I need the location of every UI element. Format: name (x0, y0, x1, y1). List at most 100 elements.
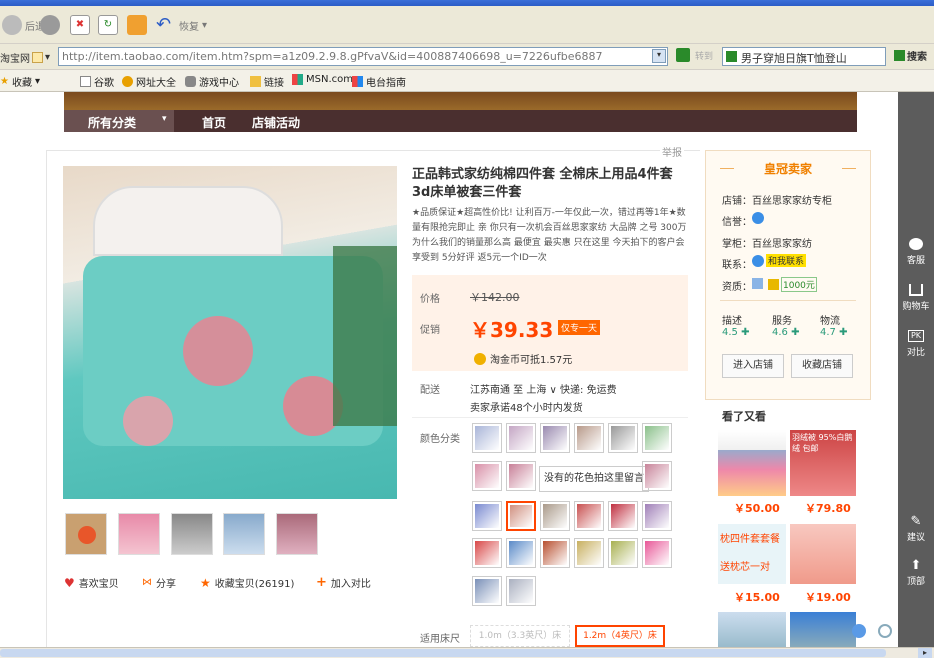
swatch-image (577, 426, 601, 450)
recommend-item-6-image[interactable] (790, 612, 856, 647)
go-arrow-icon (676, 48, 690, 62)
fav-game[interactable]: 游戏中心 (185, 74, 239, 89)
swatch-image (645, 541, 669, 565)
chevron-down-icon: ▾ (162, 114, 167, 124)
top-button[interactable]: ⬆ 顶部 (898, 558, 934, 587)
product-description: ★品质保证★超高性价比! 让利百万-一年仅此一次，错过再等1年★数量有限抢完即止… (412, 208, 687, 263)
refresh-button[interactable]: ↻ (98, 13, 121, 37)
fav-msn[interactable]: MSN.com (292, 74, 353, 85)
thumbnail-1[interactable] (65, 513, 107, 555)
search-input[interactable]: 男子穿旭日旗T恤登山 (722, 47, 886, 66)
color-swatch[interactable] (608, 423, 638, 453)
original-price: ￥142.00 (470, 291, 520, 304)
share-button[interactable]: ⋈ 分享 (142, 575, 176, 590)
size-option-1[interactable]: 1.0m（3.3英尺）床 (470, 625, 570, 647)
size-option-2[interactable]: 1.2m（4英尺）床 (575, 625, 665, 647)
promo-label: 促销 (420, 325, 440, 336)
color-swatch[interactable] (642, 461, 672, 491)
color-swatch[interactable] (642, 423, 672, 453)
score-logistics: 物流 4.7 ✚ (820, 316, 848, 338)
thumbnail-3[interactable] (171, 513, 213, 555)
color-swatch[interactable] (574, 538, 604, 568)
color-swatch[interactable] (472, 501, 502, 531)
compare-side-button[interactable]: PK 对比 (898, 330, 934, 358)
arrow-up-icon: ⬆ (910, 558, 922, 573)
compare-button[interactable]: + 加入对比 (316, 575, 371, 590)
recommend-item-5-image[interactable] (718, 612, 786, 647)
divider (720, 168, 734, 169)
nav-home[interactable]: 首页 (202, 114, 226, 131)
color-swatch[interactable] (540, 501, 570, 531)
scroll-right-icon[interactable]: ▸ (918, 648, 932, 658)
product-main-image[interactable] (63, 166, 397, 499)
stop-button[interactable]: ✖ (70, 13, 93, 37)
contact-button[interactable]: 和我联系 (752, 254, 807, 267)
crown-icon (752, 212, 764, 224)
go-button[interactable]: 转到 (676, 48, 713, 62)
color-swatch[interactable] (506, 423, 536, 453)
down-arrow-icon: ✚ (791, 327, 800, 338)
color-swatch[interactable] (608, 501, 638, 531)
thumbnail-2[interactable] (118, 513, 160, 555)
horizontal-scrollbar[interactable]: ▸ (0, 647, 934, 658)
thumbnail-5[interactable] (276, 513, 318, 555)
deposit-badge[interactable]: 1000元 (768, 277, 817, 292)
feedback-button[interactable]: ✎ 建议 (898, 514, 934, 543)
fav-shop-button[interactable]: 收藏店铺 (791, 354, 853, 378)
pk-icon: PK (908, 330, 924, 342)
recommend-item-1-image[interactable] (718, 430, 786, 496)
recommend-item-4-image[interactable] (790, 524, 856, 584)
color-swatch[interactable] (506, 576, 536, 606)
enter-shop-button[interactable]: 进入店铺 (722, 354, 784, 378)
like-button[interactable]: ♥ 喜欢宝贝 (64, 575, 119, 591)
color-swatch[interactable] (608, 538, 638, 568)
ship-promise: 卖家承诺48个小时内发货 (470, 403, 583, 414)
service-button[interactable]: 客服 (898, 238, 934, 266)
recommend-item-2-image[interactable]: 羽绒被 95%白鹅绒 包邮 (790, 430, 856, 496)
url-input[interactable]: http://item.taobao.com/item.htm?spm=a1z0… (58, 47, 668, 66)
url-dropdown-icon[interactable]: ▾ (652, 49, 666, 63)
nav-all-categories[interactable]: 所有分类 (88, 114, 136, 131)
seller-shop-label: 店铺： (722, 196, 752, 207)
seller-shop-name[interactable]: 百丝思家家纺专柜 (752, 192, 832, 207)
settings-icon[interactable] (878, 624, 892, 638)
forward-button[interactable] (40, 13, 63, 37)
nav-activity[interactable]: 店铺活动 (252, 114, 300, 131)
color-swatch[interactable] (540, 423, 570, 453)
color-swatch[interactable] (472, 423, 502, 453)
color-swatch[interactable] (472, 576, 502, 606)
color-swatch[interactable] (574, 423, 604, 453)
forward-icon (40, 15, 60, 35)
chat-float-icon[interactable] (852, 624, 866, 638)
color-swatch[interactable] (506, 538, 536, 568)
ship-text[interactable]: 江苏南通 至 上海 ∨ 快递: 免运费 (470, 381, 617, 396)
color-swatch[interactable] (472, 538, 502, 568)
fav-hao[interactable]: 网址大全 (122, 74, 176, 89)
back-button[interactable]: 后退 (2, 13, 45, 37)
fav-links[interactable]: 链接 (250, 74, 284, 89)
thumbnail-4[interactable] (223, 513, 265, 555)
cart-button[interactable]: 购物车 (898, 284, 934, 312)
site-label[interactable]: 淘宝网 ▾ (0, 48, 50, 66)
home-button[interactable] (127, 13, 150, 37)
scroll-thumb[interactable] (0, 649, 886, 657)
search-button[interactable]: 搜索 (894, 48, 927, 63)
color-swatch[interactable] (574, 501, 604, 531)
color-swatch[interactable] (506, 461, 536, 491)
report-link[interactable]: 举报 (660, 144, 684, 159)
color-note-option[interactable]: 没有的花色拍这里留言 (539, 466, 649, 492)
collect-button[interactable]: ★ 收藏宝贝(26191) (200, 575, 294, 591)
fav-collect[interactable]: ★ 收藏 ▾ (0, 74, 40, 89)
restore-button[interactable]: ↶ 恢复 ▾ (156, 13, 207, 37)
color-swatch[interactable] (540, 538, 570, 568)
color-swatch[interactable] (506, 501, 536, 531)
shield-icon (768, 279, 779, 290)
cart-icon (909, 284, 923, 296)
swatch-image (475, 541, 499, 565)
color-swatch[interactable] (642, 501, 672, 531)
recommend-item-3-image[interactable]: 枕四件套套餐 送枕芯一对 (718, 524, 786, 584)
color-swatch[interactable] (472, 461, 502, 491)
fav-google[interactable]: 谷歌 (80, 74, 114, 89)
color-swatch[interactable] (642, 538, 672, 568)
fav-radio[interactable]: 电台指南 (352, 74, 406, 89)
